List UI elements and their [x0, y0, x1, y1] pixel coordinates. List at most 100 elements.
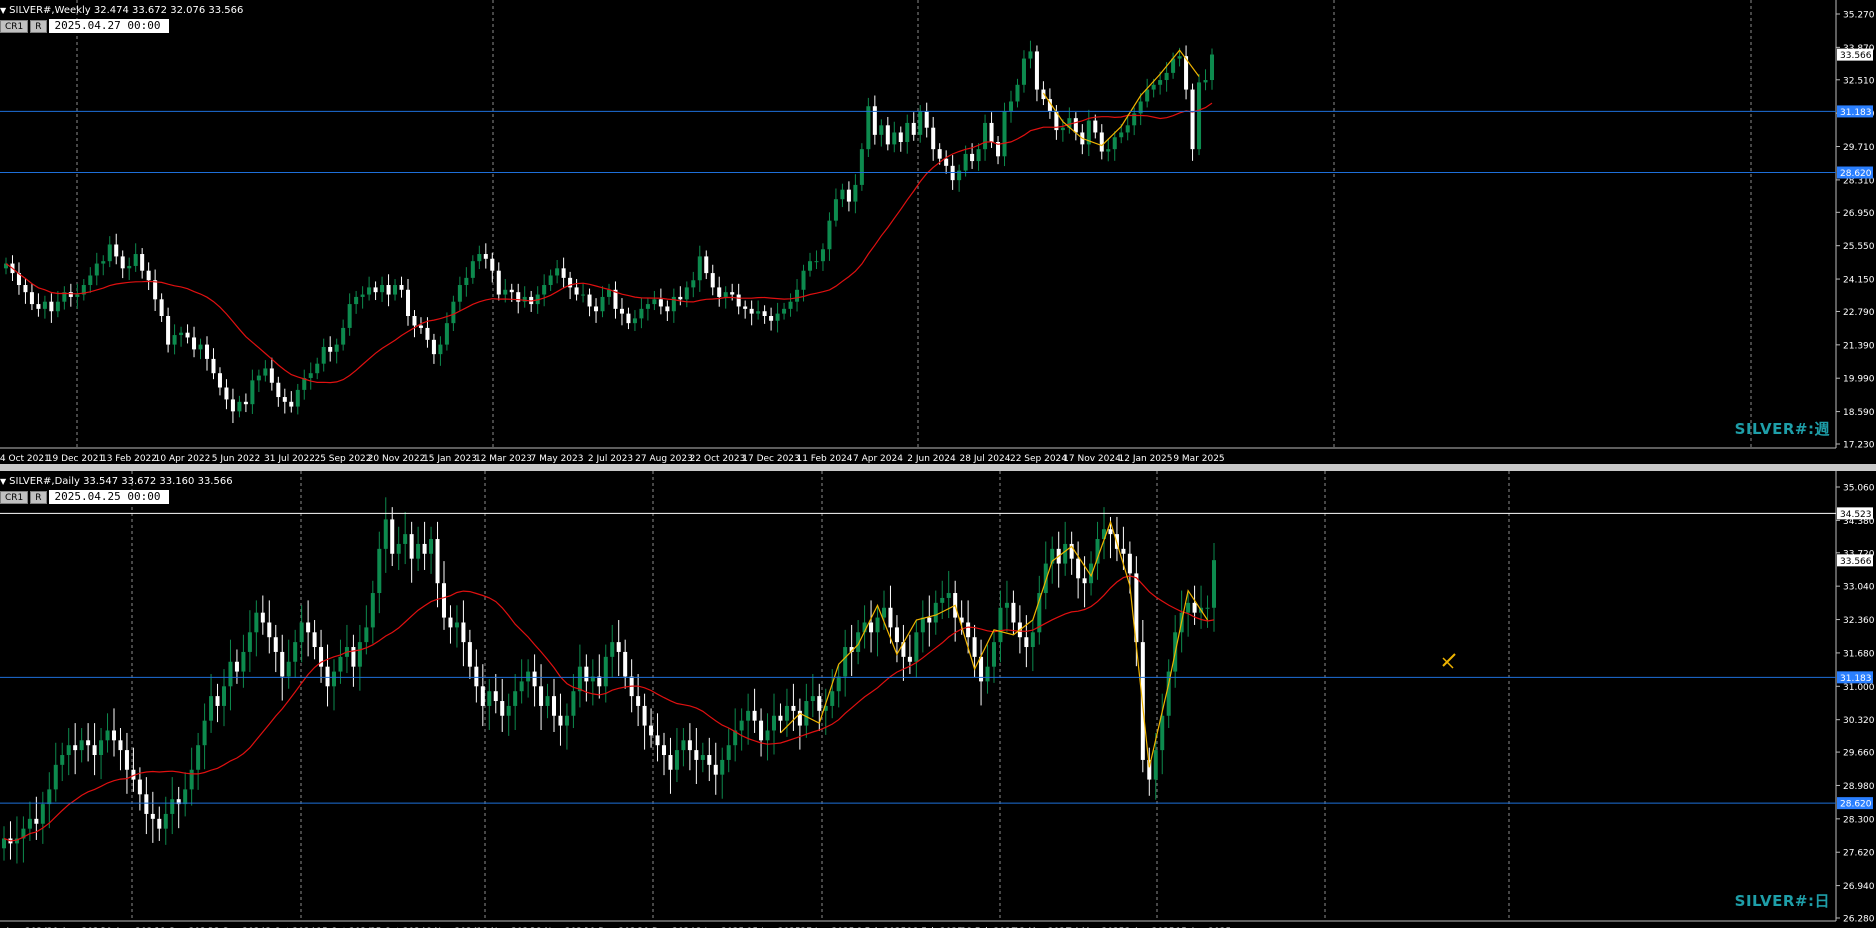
weekly-chart-pane[interactable]: 35.27033.87032.51031.11029.71028.31026.9…: [0, 0, 1876, 464]
daily-candle-body: [241, 651, 246, 672]
weekly-candle-body: [127, 265, 132, 269]
daily-candle-body: [111, 730, 117, 741]
weekly-datetime-field[interactable]: 2025.04.27 00:00: [48, 19, 169, 33]
weekly-candle-body: [230, 399, 235, 412]
weekly-candle-body: [451, 301, 456, 324]
daily-candle-body: [396, 543, 401, 554]
weekly-candle-body: [496, 270, 501, 295]
daily-candle-body: [649, 725, 654, 736]
weekly-candle-body: [360, 294, 365, 297]
weekly-candle-body: [1177, 56, 1182, 59]
weekly-candle-body: [710, 273, 715, 288]
daily-candle-body: [267, 622, 272, 638]
weekly-candle-body: [204, 344, 210, 359]
weekly-candle-body: [438, 344, 443, 355]
daily-candle-body: [1095, 539, 1100, 564]
daily-candle-body: [34, 818, 39, 824]
weekly-candle-body: [373, 287, 378, 293]
daily-candle-body: [668, 755, 673, 770]
daily-candle-body: [105, 730, 110, 741]
weekly-candle-body: [185, 332, 190, 338]
weekly-y-tick-label: 26.950: [1843, 209, 1875, 219]
weekly-candle-body: [561, 268, 566, 278]
weekly-chart[interactable]: 35.27033.87032.51031.11029.71028.31026.9…: [0, 0, 1876, 464]
weekly-candle-body: [1164, 72, 1169, 81]
weekly-candle-body: [509, 289, 514, 293]
weekly-candle-body: [457, 285, 462, 302]
daily-candle-body: [1, 838, 7, 849]
weekly-candle-body: [1151, 84, 1156, 90]
daily-chart[interactable]: 35.06034.38033.72033.04032.36031.68031.0…: [0, 471, 1876, 928]
collapse-triangle-icon[interactable]: ▼: [0, 6, 6, 15]
weekly-x-tick-label: 13 Feb 2022: [101, 454, 157, 464]
weekly-y-tick-label: 18.590: [1843, 408, 1875, 418]
weekly-x-tick-label: 12 Jan 2025: [1119, 454, 1173, 464]
collapse-triangle-icon[interactable]: ▼: [0, 477, 6, 486]
daily-candle-body: [577, 666, 582, 692]
weekly-candle-body: [1093, 120, 1098, 133]
weekly-hline-price-label: 31.183: [1840, 108, 1872, 118]
weekly-candle-body: [846, 189, 851, 202]
daily-chart-pane[interactable]: 35.060 34.380 33.720 33.040 32.360 31.680 31.0…: [0, 471, 1876, 928]
daily-candle-body: [545, 696, 550, 706]
daily-candle-body: [571, 691, 576, 716]
pane-separator[interactable]: [0, 464, 1876, 471]
weekly-candle-body: [1209, 54, 1215, 81]
daily-candle-body: [759, 720, 764, 741]
daily-candle-body: [40, 804, 45, 824]
daily-candle-body: [920, 617, 925, 633]
daily-candle-body: [966, 622, 971, 638]
weekly-candle-body: [788, 301, 793, 309]
weekly-y-tick-label: 21.390: [1843, 341, 1875, 351]
weekly-candle-body: [1015, 84, 1020, 102]
weekly-candle-body: [114, 244, 119, 257]
daily-candle-body: [597, 676, 602, 687]
daily-candle-body: [817, 696, 822, 711]
weekly-r-button[interactable]: R: [30, 19, 47, 33]
daily-candle-body: [325, 666, 330, 687]
daily-r-button[interactable]: R: [30, 490, 47, 504]
daily-cr1-button[interactable]: CR1: [0, 490, 29, 504]
weekly-candle-body: [1060, 127, 1065, 131]
weekly-candle-body: [626, 313, 631, 324]
daily-datetime-field[interactable]: 2025.04.25 00:00: [48, 490, 169, 504]
weekly-candle-body: [315, 363, 320, 374]
daily-candle-body: [86, 740, 91, 746]
daily-candle-body: [422, 543, 427, 554]
daily-candle-body: [429, 539, 434, 554]
daily-y-tick-label: 26.280: [1843, 915, 1875, 925]
daily-candle-body: [377, 548, 382, 594]
daily-candle-body: [202, 720, 207, 746]
daily-candle-body: [616, 642, 621, 652]
weekly-candle-body: [820, 249, 825, 262]
daily-candle-body: [1082, 578, 1087, 584]
weekly-candle-body: [88, 275, 93, 286]
weekly-candle-body: [555, 268, 560, 276]
daily-candle-body: [500, 701, 505, 716]
weekly-candle-body: [782, 308, 787, 314]
daily-y-tick-label: 28.980: [1843, 782, 1875, 792]
daily-candle-body: [810, 696, 815, 702]
weekly-candle-body: [807, 261, 813, 271]
daily-candle-body: [157, 818, 162, 829]
weekly-cr1-button[interactable]: CR1: [0, 19, 29, 33]
daily-candle-body: [280, 651, 285, 677]
weekly-candle-body: [133, 254, 138, 266]
weekly-candle-body: [827, 220, 832, 250]
daily-candle-body: [124, 750, 129, 770]
daily-candle-body: [830, 691, 835, 706]
daily-candle-body: [293, 642, 298, 662]
weekly-x-tick-label: 19 Dec 2021: [47, 454, 105, 464]
weekly-candle-body: [872, 106, 877, 135]
weekly-candle-body: [639, 308, 644, 319]
weekly-y-tick-label: 35.270: [1843, 11, 1875, 21]
weekly-x-tick-label: 5 Jun 2022: [212, 454, 260, 464]
daily-candle-body: [707, 755, 712, 765]
daily-candle-body: [435, 539, 440, 584]
daily-y-tick-label: 32.360: [1843, 616, 1875, 626]
daily-candle-body: [940, 597, 945, 603]
daily-candle-body: [1153, 750, 1158, 780]
weekly-candle-body: [282, 397, 287, 402]
weekly-candle-body: [678, 296, 683, 300]
weekly-hline-price-label: 28.620: [1840, 169, 1872, 179]
